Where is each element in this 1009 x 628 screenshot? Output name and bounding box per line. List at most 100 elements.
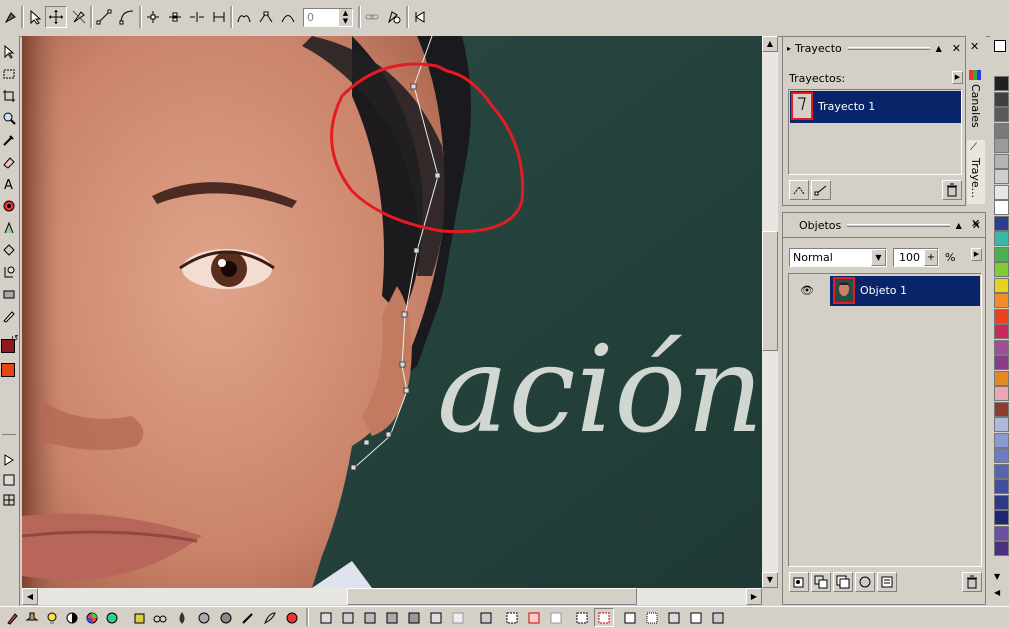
new-object-icon[interactable] bbox=[789, 572, 809, 592]
symmetric-node-icon[interactable] bbox=[277, 6, 299, 28]
opacity-slider-icon[interactable]: + bbox=[924, 249, 938, 266]
effect-3-icon[interactable] bbox=[360, 608, 380, 627]
mask-2-icon[interactable] bbox=[524, 608, 544, 627]
mask-10-icon[interactable] bbox=[708, 608, 728, 627]
color-swatch[interactable] bbox=[994, 138, 1009, 153]
blend-mode-select[interactable]: Normal ▼ bbox=[789, 248, 887, 267]
color-swatch[interactable] bbox=[994, 386, 1009, 401]
mask-6-icon[interactable] bbox=[620, 608, 640, 627]
zoom-tool-icon[interactable] bbox=[0, 108, 18, 128]
mask-object-icon[interactable] bbox=[855, 572, 875, 592]
secondary-color-swatch[interactable] bbox=[1, 363, 15, 377]
red-eye-tool-icon[interactable] bbox=[0, 196, 18, 216]
drop-icon[interactable] bbox=[172, 608, 192, 627]
color-swatch[interactable] bbox=[994, 153, 1009, 169]
color-swatch[interactable] bbox=[994, 91, 1009, 107]
duplicate-object-icon[interactable] bbox=[833, 572, 853, 592]
spin-arrows-icon[interactable]: ▲ ▼ bbox=[339, 9, 352, 26]
hue-icon[interactable] bbox=[102, 608, 122, 627]
color-swatch[interactable] bbox=[994, 510, 1009, 525]
move-node-icon[interactable] bbox=[45, 6, 67, 28]
color-swatch[interactable] bbox=[994, 339, 1009, 355]
eyedropper-tool-icon[interactable] bbox=[0, 130, 18, 150]
color-swatch[interactable] bbox=[994, 262, 1009, 277]
object-row[interactable]: 👁 Objeto 1 bbox=[790, 276, 980, 306]
color-swatch[interactable] bbox=[994, 541, 1009, 556]
image-canvas[interactable]: ación bbox=[22, 36, 762, 588]
mask-7-icon[interactable] bbox=[642, 608, 662, 627]
palette-scroll-down-icon[interactable]: ▼ bbox=[994, 572, 1000, 581]
add-node-icon[interactable] bbox=[142, 6, 164, 28]
stamp-icon[interactable] bbox=[22, 608, 42, 627]
collapse-icon[interactable]: ▲ bbox=[956, 221, 962, 230]
color-swatch[interactable] bbox=[994, 107, 1009, 122]
back-arrow-icon[interactable] bbox=[409, 6, 431, 28]
objects-docker-close-icon[interactable]: ✕ bbox=[971, 217, 980, 230]
effect-5-icon[interactable] bbox=[404, 608, 424, 627]
scroll-right-button[interactable]: ▶ bbox=[746, 588, 762, 605]
effect-1-icon[interactable] bbox=[316, 608, 336, 627]
objects-menu-arrow-icon[interactable]: ▶ bbox=[971, 248, 982, 261]
effect-8-icon[interactable] bbox=[476, 608, 496, 627]
swap-colors-icon[interactable]: ↺ bbox=[11, 334, 19, 344]
palette-menu-icon[interactable] bbox=[994, 40, 1006, 52]
color-swatch[interactable] bbox=[994, 308, 1009, 324]
merge-objects-icon[interactable] bbox=[811, 572, 831, 592]
scroll-thumb-horizontal[interactable] bbox=[347, 588, 637, 605]
mask-4-icon[interactable] bbox=[572, 608, 592, 627]
break-node-icon[interactable] bbox=[186, 6, 208, 28]
red-eye-icon[interactable] bbox=[282, 608, 302, 627]
color-swatch[interactable] bbox=[994, 277, 1009, 293]
globe-icon[interactable] bbox=[216, 608, 236, 627]
color-swatch[interactable] bbox=[994, 463, 1009, 479]
color-swatch[interactable] bbox=[994, 448, 1009, 463]
bulb-icon[interactable] bbox=[42, 608, 62, 627]
crop-tool-icon[interactable] bbox=[0, 86, 18, 106]
color-swatch[interactable] bbox=[994, 215, 1009, 231]
mask-tool-icon[interactable] bbox=[0, 64, 18, 84]
pin-tool-icon[interactable] bbox=[0, 6, 22, 28]
line-segment-icon[interactable] bbox=[93, 6, 115, 28]
select-arrow-icon[interactable] bbox=[24, 6, 46, 28]
canvas-horizontal-scrollbar[interactable]: ◀ ▶ bbox=[22, 588, 762, 605]
color-swatch[interactable] bbox=[994, 432, 1009, 448]
scroll-down-button[interactable]: ▼ bbox=[762, 572, 778, 588]
effect-6-icon[interactable] bbox=[426, 608, 446, 627]
color-swatch[interactable] bbox=[994, 246, 1009, 262]
effect-4-icon[interactable] bbox=[382, 608, 402, 627]
color-swatch[interactable] bbox=[994, 355, 1009, 370]
effect-2-icon[interactable] bbox=[338, 608, 358, 627]
contrast-icon[interactable] bbox=[62, 608, 82, 627]
docker-close-icon[interactable]: ✕ bbox=[970, 40, 979, 53]
curve-segment-icon[interactable] bbox=[116, 6, 138, 28]
smooth-node-icon[interactable] bbox=[255, 6, 277, 28]
color-swatch[interactable] bbox=[994, 122, 1009, 138]
opacity-input[interactable]: 100 + bbox=[893, 248, 939, 267]
color-swatch[interactable] bbox=[994, 479, 1009, 494]
close-icon[interactable]: ✕ bbox=[952, 42, 961, 55]
rectangle-tool-icon[interactable] bbox=[0, 284, 18, 304]
color-swatch[interactable] bbox=[994, 184, 1009, 200]
color-wheel-icon[interactable] bbox=[82, 608, 102, 627]
color-swatch[interactable] bbox=[994, 370, 1009, 386]
delete-object-icon[interactable] bbox=[962, 572, 982, 592]
color-swatch[interactable] bbox=[994, 525, 1009, 541]
paths-tab[interactable]: ⟋ Traye... bbox=[967, 140, 985, 204]
align-nodes-icon[interactable] bbox=[208, 6, 230, 28]
fill-tool-icon[interactable] bbox=[0, 240, 18, 260]
node-spin-input[interactable]: 0 ▲ ▼ bbox=[303, 8, 353, 27]
mask-5-icon[interactable] bbox=[594, 608, 614, 627]
scroll-thumb-vertical[interactable] bbox=[762, 231, 778, 351]
color-swatch[interactable] bbox=[994, 76, 1009, 91]
color-swatch[interactable] bbox=[994, 231, 1009, 246]
color-swatch[interactable] bbox=[994, 169, 1009, 184]
palette-expand-icon[interactable]: ◀ bbox=[994, 588, 1000, 597]
paths-menu-arrow-icon[interactable]: ▶ bbox=[952, 71, 963, 84]
paths-panel-header[interactable]: ▸ Trayecto ▲ ✕ bbox=[783, 39, 965, 57]
color-swatch[interactable] bbox=[994, 200, 1009, 215]
mask-8-icon[interactable] bbox=[664, 608, 684, 627]
glasses-icon[interactable] bbox=[150, 608, 170, 627]
link-icon[interactable] bbox=[361, 6, 383, 28]
pen-icon[interactable] bbox=[238, 608, 258, 627]
eraser-tool-icon[interactable] bbox=[0, 152, 18, 172]
